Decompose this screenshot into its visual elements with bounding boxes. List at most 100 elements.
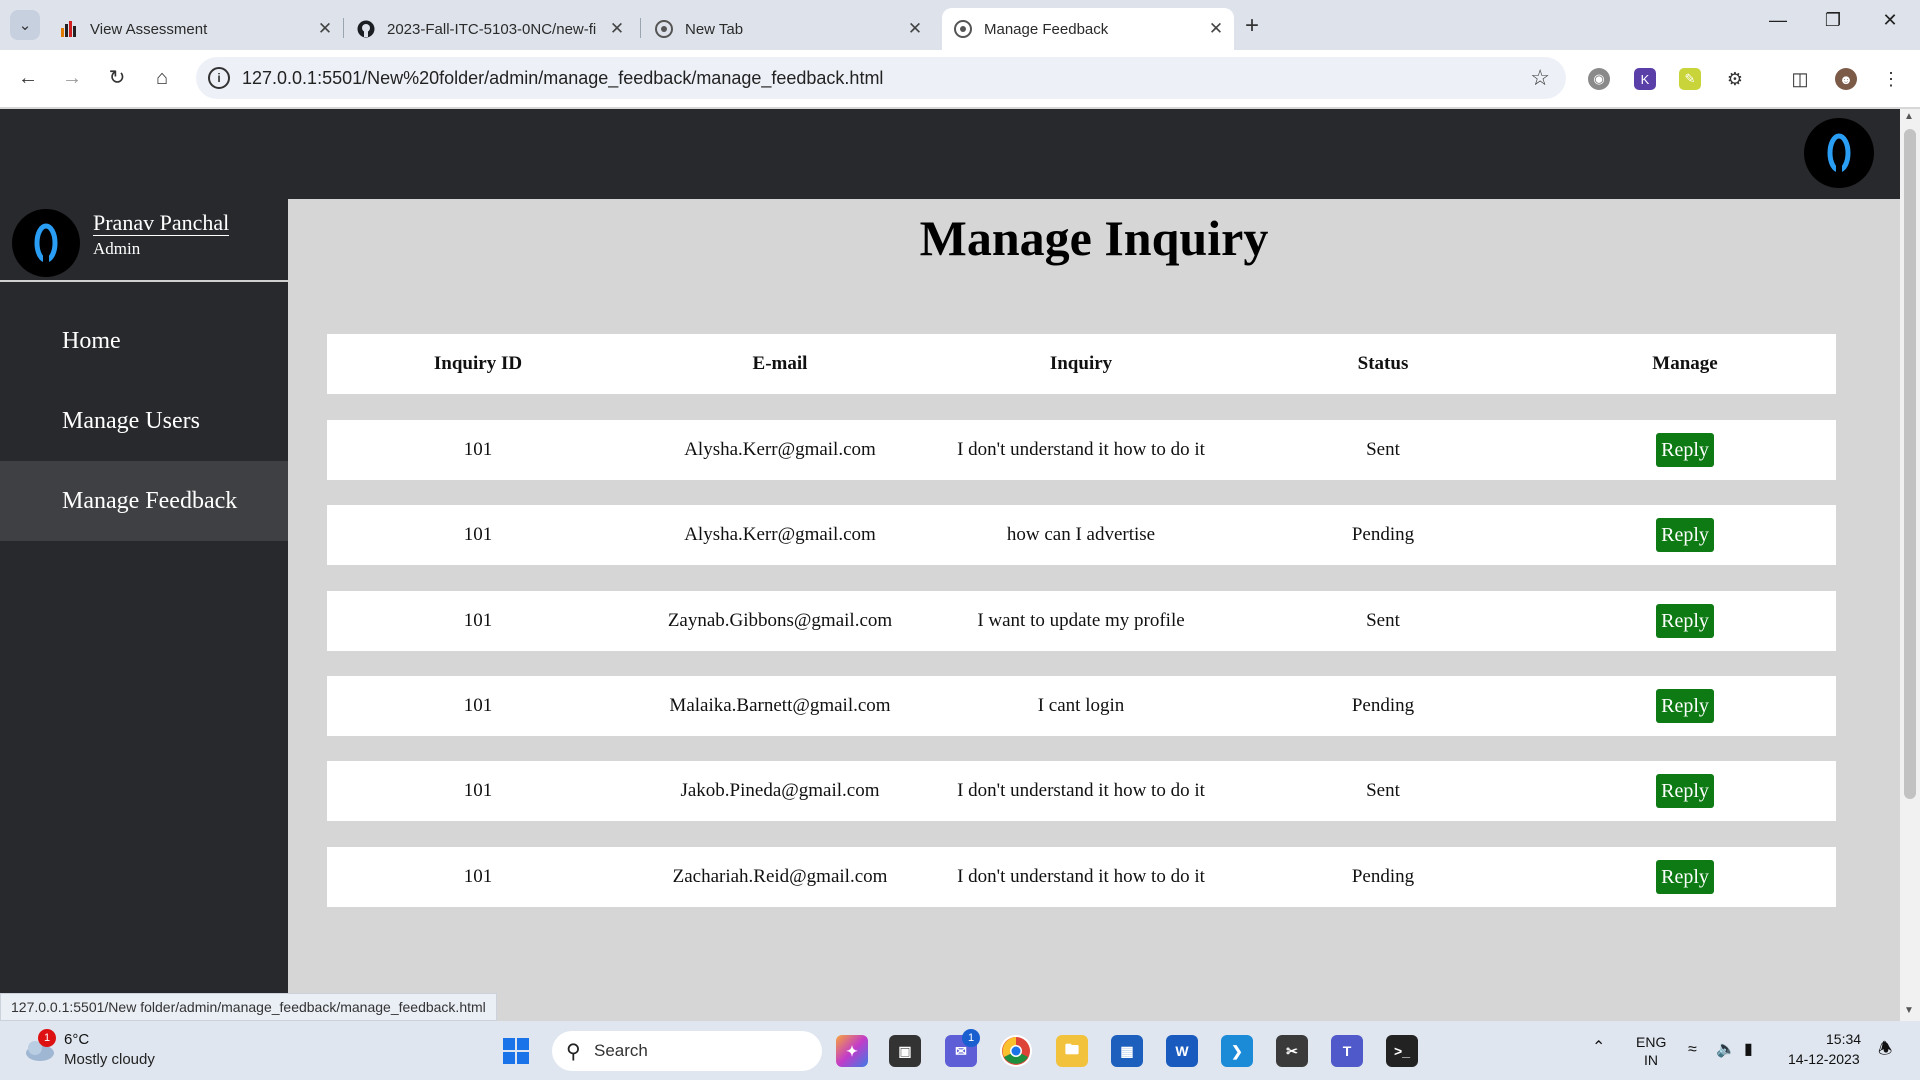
back-icon[interactable]: ← (14, 64, 42, 92)
close-icon[interactable]: ✕ (315, 19, 335, 39)
tab-manage-feedback[interactable]: Manage Feedback ✕ (942, 8, 1234, 50)
forward-icon[interactable]: → (58, 64, 86, 92)
tab-divider (343, 18, 344, 38)
inquiry-id: 101 (463, 780, 493, 801)
teams-icon[interactable]: T (1331, 1035, 1363, 1067)
close-icon[interactable]: ✕ (607, 19, 627, 39)
extensions-icon[interactable]: ⚙ (1724, 68, 1746, 90)
sidepanel-icon[interactable]: ◫ (1789, 68, 1811, 90)
reload-icon[interactable]: ↻ (103, 64, 131, 92)
inquiry-status: Pending (1351, 866, 1415, 887)
inquiry-status: Sent (1366, 439, 1400, 460)
inquiry-status: Pending (1351, 695, 1415, 716)
taskbar-search[interactable]: ⚲ Search (552, 1031, 822, 1071)
tab-view-assessment[interactable]: View Assessment ✕ (60, 8, 335, 50)
home-icon[interactable]: ⌂ (148, 64, 176, 92)
reply-button[interactable]: Reply (1656, 518, 1714, 552)
web-page: Pranav Panchal Admin Home Manage Users M… (0, 109, 1900, 1021)
file-explorer-icon[interactable]: 🖿 (1056, 1035, 1088, 1067)
reply-button[interactable]: Reply (1656, 604, 1714, 638)
inquiry-email: Zachariah.Reid@gmail.com (672, 866, 888, 887)
store-icon[interactable]: ▦ (1111, 1035, 1143, 1067)
manage-cell: Reply (1534, 420, 1836, 480)
sidebar-item-manage-feedback[interactable]: Manage Feedback (0, 461, 288, 541)
inquiry-status: Sent (1366, 610, 1400, 631)
inquiry-text: I don't understand it how to do it (957, 866, 1205, 887)
scroll-thumb[interactable] (1904, 129, 1916, 799)
tab-github[interactable]: 2023-Fall-ITC-5103-0NC/new-fi ✕ (357, 8, 627, 50)
bell-icon[interactable]: 🕭 (1878, 1041, 1892, 1059)
battery-icon[interactable]: ▮ (1744, 1041, 1753, 1059)
snipping-tool-icon[interactable]: ✂ (1276, 1035, 1308, 1067)
column-header: Manage (1652, 353, 1718, 374)
table-row: 101 Zaynab.Gibbons@gmail.com I want to u… (327, 591, 1836, 651)
star-icon[interactable]: ☆ (1530, 65, 1550, 91)
menu-icon[interactable]: ⋮ (1880, 68, 1902, 90)
wifi-icon[interactable]: ≈ (1688, 1041, 1697, 1059)
github-favicon (357, 20, 375, 38)
tab-title: Manage Feedback (984, 20, 1109, 38)
close-icon[interactable]: ✕ (905, 19, 925, 39)
chrome-icon[interactable] (1000, 1035, 1032, 1067)
sidebar-item-home[interactable]: Home (0, 301, 288, 381)
scroll-down-icon[interactable]: ▼ (1904, 1005, 1914, 1016)
column-header: Status (1357, 353, 1409, 374)
inquiry-text: I want to update my profile (977, 610, 1185, 631)
k-extension-icon[interactable]: K (1634, 68, 1656, 90)
reply-button[interactable]: Reply (1656, 860, 1714, 894)
chat-badge: 1 (962, 1029, 980, 1047)
vscode-icon[interactable]: ❯ (1221, 1035, 1253, 1067)
inquiry-text: I don't understand it how to do it (957, 780, 1205, 801)
terminal-icon[interactable]: >_ (1386, 1035, 1418, 1067)
tab-list-icon[interactable]: ⌄ (10, 10, 40, 40)
reply-button[interactable]: Reply (1656, 774, 1714, 808)
reply-button[interactable]: Reply (1656, 689, 1714, 723)
tab-new-tab[interactable]: New Tab ✕ (655, 8, 925, 50)
page-title: Manage Inquiry (919, 210, 1269, 266)
tab-title: 2023-Fall-ITC-5103-0NC/new-fi (387, 20, 597, 38)
close-window-icon[interactable]: ✕ (1875, 10, 1905, 31)
manage-cell: Reply (1534, 591, 1836, 651)
inquiry-status: Sent (1366, 780, 1400, 801)
chrome-favicon (655, 20, 673, 38)
word-icon[interactable]: W (1166, 1035, 1198, 1067)
avatar-icon[interactable] (1804, 118, 1874, 188)
info-icon[interactable]: i (208, 67, 230, 89)
close-icon[interactable]: ✕ (1206, 19, 1226, 39)
address-bar[interactable]: i 127.0.0.1:5501/New%20folder/admin/mana… (196, 57, 1566, 99)
address-url[interactable]: 127.0.0.1:5501/New%20folder/admin/manage… (242, 68, 883, 89)
region-code: IN (1644, 1052, 1658, 1068)
scroll-up-icon[interactable]: ▲ (1904, 111, 1914, 122)
globe-extension-icon[interactable]: ◉ (1588, 68, 1610, 90)
volume-icon[interactable]: 🔈 (1716, 1041, 1736, 1059)
weather-temp[interactable]: 6°C (64, 1031, 89, 1048)
profile-name[interactable]: Pranav Panchal (93, 211, 230, 236)
copilot-icon[interactable]: ✦ (836, 1035, 868, 1067)
table-row: 101 Zachariah.Reid@gmail.com I don't und… (327, 847, 1836, 907)
new-tab-button[interactable]: + (1245, 12, 1259, 40)
sidebar-item-manage-users[interactable]: Manage Users (0, 381, 288, 461)
windows-start-icon[interactable] (500, 1035, 532, 1067)
table-header-row: Inquiry ID E-mail Inquiry Status Manage (327, 334, 1836, 394)
profile-avatar-icon[interactable]: ☻ (1835, 68, 1857, 90)
minimize-icon[interactable]: — (1763, 10, 1793, 31)
inquiry-status: Pending (1351, 524, 1415, 545)
task-view-icon[interactable]: ▣ (889, 1035, 921, 1067)
page-scrollbar[interactable]: ▲ ▼ (1900, 109, 1920, 1021)
chevron-up-icon[interactable]: ⌃ (1592, 1039, 1605, 1057)
manage-cell: Reply (1534, 847, 1836, 907)
clock-time[interactable]: 15:34 (1826, 1031, 1861, 1047)
language-indicator[interactable]: ENG IN (1636, 1033, 1666, 1069)
restore-icon[interactable]: ❐ (1818, 10, 1848, 31)
inquiry-id: 101 (463, 439, 493, 460)
browser-tab-strip: ⌄ View Assessment ✕ 2023-Fall-ITC-5103-0… (0, 0, 1920, 50)
inquiry-email: Zaynab.Gibbons@gmail.com (667, 610, 893, 631)
notification-badge: 1 (38, 1029, 56, 1047)
inquiry-email: Malaika.Barnett@gmail.com (669, 695, 891, 716)
clock-date[interactable]: 14-12-2023 (1788, 1051, 1860, 1067)
search-label: Search (594, 1041, 648, 1060)
pen-extension-icon[interactable]: ✎ (1679, 68, 1701, 90)
reply-button[interactable]: Reply (1656, 433, 1714, 467)
weather-desc[interactable]: Mostly cloudy (64, 1051, 155, 1068)
inquiry-email: Jakob.Pineda@gmail.com (680, 780, 880, 801)
